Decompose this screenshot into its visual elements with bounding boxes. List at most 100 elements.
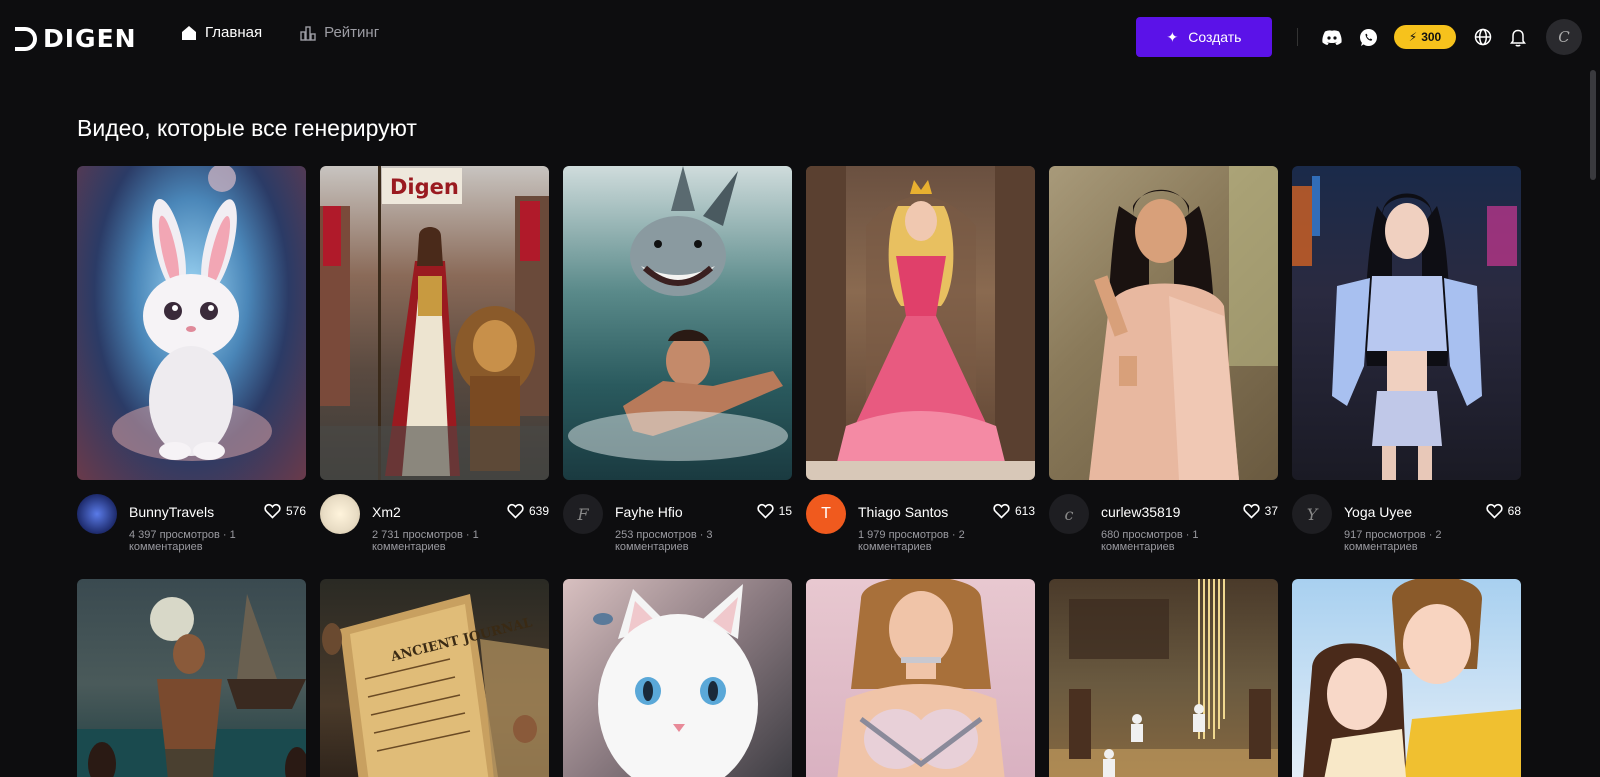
neon-outfit-illustration xyxy=(1292,176,1517,480)
portrait-woman-illustration xyxy=(837,579,1005,777)
logo[interactable]: DIGEN xyxy=(15,24,137,53)
create-button-label: Создать xyxy=(1188,29,1242,45)
video-card[interactable]: Y Yoga Uyee 68 917 просмотров · 2 коммен… xyxy=(1292,166,1521,554)
video-card[interactable]: ANCIENT JOURNAL xyxy=(320,579,549,777)
card-like-button[interactable]: 68 xyxy=(1486,503,1521,519)
video-card[interactable] xyxy=(1049,579,1278,777)
card-stats: 4 397 просмотров · 1 комментариев xyxy=(129,529,236,553)
header-divider xyxy=(1297,28,1298,46)
card-author-avatar[interactable] xyxy=(77,494,117,534)
heart-icon xyxy=(507,503,524,519)
video-thumbnail[interactable] xyxy=(1292,579,1521,777)
card-like-button[interactable]: 15 xyxy=(757,503,792,519)
home-icon xyxy=(182,25,196,40)
card-author-name[interactable]: Thiago Santos xyxy=(858,504,948,520)
logo-text: DIGEN xyxy=(43,24,137,53)
card-like-button[interactable]: 639 xyxy=(507,503,549,519)
card-meta: T Thiago Santos 613 1 979 просмотров · 2… xyxy=(806,494,1035,554)
logo-icon xyxy=(15,26,37,51)
card-stats: 253 просмотров · 3 комментариев xyxy=(615,529,713,553)
video-thumbnail[interactable] xyxy=(77,166,306,480)
video-thumbnail[interactable] xyxy=(806,166,1035,480)
miniature-noodle-illustration xyxy=(1049,579,1278,777)
video-card[interactable]: BunnyTravels 576 4 397 просмотров · 1 ко… xyxy=(77,166,306,554)
video-card[interactable] xyxy=(806,579,1035,777)
card-meta: BunnyTravels 576 4 397 просмотров · 1 ко… xyxy=(77,494,306,554)
top-bar: DIGEN Главная Рейтинг ✦ Создать ⚡ 300 C xyxy=(0,0,1600,74)
video-thumbnail[interactable] xyxy=(563,579,792,777)
discord-icon xyxy=(1322,29,1342,45)
nav-home-label: Главная xyxy=(205,24,263,41)
card-like-button[interactable]: 613 xyxy=(993,503,1035,519)
card-meta: Y Yoga Uyee 68 917 просмотров · 2 коммен… xyxy=(1292,494,1521,554)
couple-illustration xyxy=(1303,579,1521,777)
card-author-name[interactable]: Yoga Uyee xyxy=(1344,504,1412,520)
card-stats: 680 просмотров · 1 комментариев xyxy=(1101,529,1199,553)
page-scrollbar[interactable] xyxy=(1590,70,1596,180)
main-nav: Главная Рейтинг xyxy=(181,24,379,41)
card-like-count: 68 xyxy=(1507,504,1521,518)
card-author-avatar[interactable]: c xyxy=(1049,494,1089,534)
card-meta: Xm2 639 2 731 просмотров · 1 комментарие… xyxy=(320,494,549,554)
video-thumbnail[interactable] xyxy=(1049,166,1278,480)
nav-ranking[interactable]: Рейтинг xyxy=(300,24,379,41)
lightning-icon: ⚡ xyxy=(1408,30,1418,44)
video-thumbnail[interactable] xyxy=(77,579,306,777)
card-author-name[interactable]: curlew35819 xyxy=(1101,504,1180,520)
card-like-button[interactable]: 37 xyxy=(1243,503,1278,519)
discord-button[interactable] xyxy=(1321,26,1343,48)
card-like-button[interactable]: 576 xyxy=(264,503,306,519)
card-author-initial: c xyxy=(1064,504,1074,524)
ancient-journal-illustration: ANCIENT JOURNAL xyxy=(322,594,549,777)
nav-home[interactable]: Главная xyxy=(181,24,262,41)
sparkle-icon: ✦ xyxy=(1166,28,1179,45)
card-meta: c curlew35819 37 680 просмотров · 1 комм… xyxy=(1049,494,1278,554)
video-thumbnail[interactable] xyxy=(1292,166,1521,480)
card-author-avatar[interactable]: T xyxy=(806,494,846,534)
white-kitten-illustration xyxy=(593,584,758,777)
section-title: Видео, которые все генерируют xyxy=(77,115,417,141)
shark-swimmer-illustration xyxy=(568,166,788,461)
card-like-count: 639 xyxy=(528,504,549,518)
bunny-illustration xyxy=(112,166,272,461)
create-button[interactable]: ✦ Создать xyxy=(1136,17,1272,57)
video-thumbnail[interactable] xyxy=(806,579,1035,777)
video-thumbnail[interactable] xyxy=(563,166,792,480)
video-thumbnail[interactable]: Digen xyxy=(320,166,549,480)
card-author-avatar[interactable]: F xyxy=(563,494,603,534)
video-thumbnail[interactable]: ANCIENT JOURNAL xyxy=(320,579,549,777)
princess-illustration xyxy=(806,166,1035,480)
video-card[interactable]: T Thiago Santos 613 1 979 просмотров · 2… xyxy=(806,166,1035,554)
heart-icon xyxy=(1486,503,1503,519)
heart-icon xyxy=(1243,503,1260,519)
card-author-avatar[interactable]: Y xyxy=(1292,494,1332,534)
video-thumbnail[interactable] xyxy=(1049,579,1278,777)
video-card[interactable]: Digen Xm2 639 2 731 просмотров · 1 комме… xyxy=(320,166,549,554)
globe-icon xyxy=(1474,28,1492,46)
whatsapp-button[interactable] xyxy=(1357,26,1379,48)
card-author-initial: T xyxy=(821,505,831,522)
card-like-count: 576 xyxy=(285,504,306,518)
video-card[interactable]: F Fayhe Hfio 15 253 просмотров · 3 комме… xyxy=(563,166,792,554)
card-author-name[interactable]: BunnyTravels xyxy=(129,504,214,520)
video-card[interactable] xyxy=(77,579,306,777)
notifications-button[interactable] xyxy=(1507,26,1529,48)
card-author-avatar[interactable] xyxy=(320,494,360,534)
card-author-name[interactable]: Xm2 xyxy=(372,504,401,520)
user-avatar-initial: C xyxy=(1558,28,1570,46)
video-card[interactable] xyxy=(563,579,792,777)
woman-saree-illustration xyxy=(1089,166,1278,480)
language-button[interactable] xyxy=(1472,26,1494,48)
card-author-name[interactable]: Fayhe Hfio xyxy=(615,504,683,520)
credits-badge[interactable]: ⚡ 300 xyxy=(1394,25,1456,49)
video-card[interactable]: c curlew35819 37 680 просмотров · 1 комм… xyxy=(1049,166,1278,554)
user-avatar[interactable]: C xyxy=(1546,19,1582,55)
sailor-illustration xyxy=(77,594,306,777)
card-like-count: 613 xyxy=(1014,504,1035,518)
credits-value: 300 xyxy=(1421,30,1442,44)
card-like-count: 15 xyxy=(778,504,792,518)
card-like-count: 37 xyxy=(1264,504,1278,518)
nav-ranking-label: Рейтинг xyxy=(324,24,380,41)
video-card[interactable] xyxy=(1292,579,1521,777)
warrior-lion-illustration: Digen xyxy=(320,166,549,480)
